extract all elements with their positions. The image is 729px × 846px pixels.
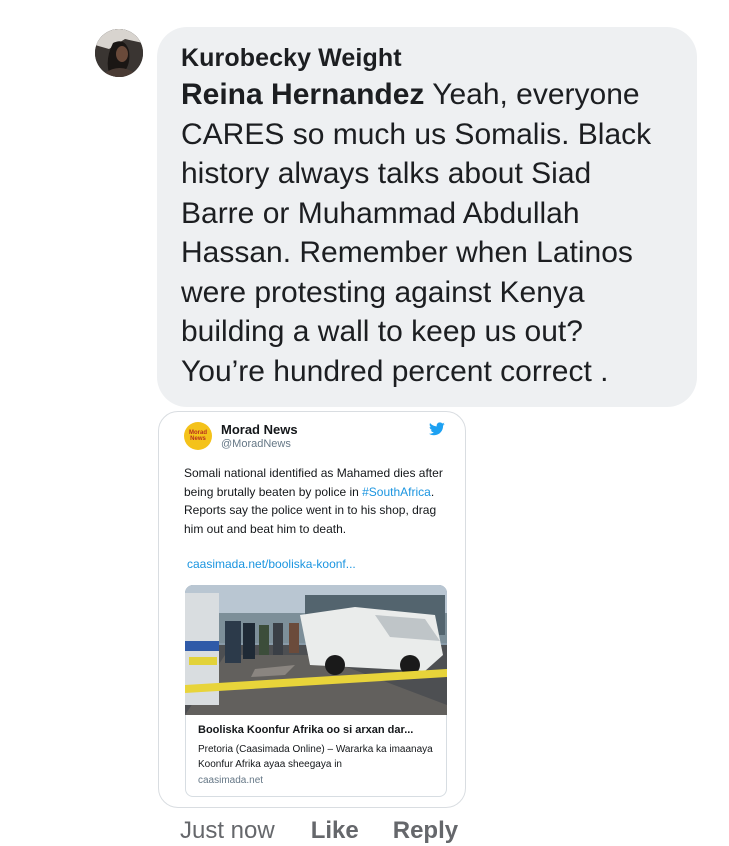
like-button[interactable]: Like [311,816,359,846]
comment-line: CARES so much us Somalis. Black [181,117,652,151]
comment-line: Barre or Muhammad Abdullah [181,196,580,230]
comment-line: You’re hundred percent correct . [181,354,609,388]
hashtag-link[interactable]: #SouthAfrica [362,485,431,499]
embedded-tweet[interactable]: Morad News Morad News @MoradNews Somali … [158,411,466,808]
comment-bubble: Kurobecky Weight Reina Hernandez Yeah, e… [157,27,697,407]
tweet-avatar-logo: Morad News [189,430,207,442]
tweet-text: Somali national identified as Mahamed di… [184,464,449,538]
comment-line: Yeah, everyone [424,78,640,111]
twitter-bird-icon [429,422,445,441]
link-preview-domain: caasimada.net [198,775,264,786]
tweet-author-handle: @MoradNews [221,438,291,450]
commenter-avatar[interactable] [95,29,143,77]
mention-link[interactable]: Reina Hernandez [181,78,424,111]
link-preview-title: Booliska Koonfur Afrika oo si arxan dar.… [198,724,414,736]
comment-text: Reina Hernandez Yeah, everyone CARES so … [181,75,675,391]
comment-line: building a wall to keep us out? [181,315,583,348]
tweet-author-name: Morad News [221,422,298,437]
comment-author[interactable]: Kurobecky Weight [181,42,675,74]
link-preview-description: Pretoria (Caasimada Online) – Wararka ka… [198,744,433,770]
comment-timestamp[interactable]: Just now [180,816,275,846]
reply-button[interactable]: Reply [393,816,458,846]
tweet-photo[interactable] [185,585,447,715]
tweet-url-link[interactable]: caasimada.net/booliska-koonf... [187,557,356,571]
comment-line: Hassan. Remember when Latinos [181,236,633,269]
link-preview-card[interactable]: Booliska Koonfur Afrika oo si arxan dar.… [185,715,447,797]
comment-line: were protesting against Kenya [181,275,585,309]
tweet-avatar: Morad News [184,422,212,450]
comment-actions: Just now Like Reply [180,816,492,846]
comment-line: history always talks about Siad [181,157,592,190]
